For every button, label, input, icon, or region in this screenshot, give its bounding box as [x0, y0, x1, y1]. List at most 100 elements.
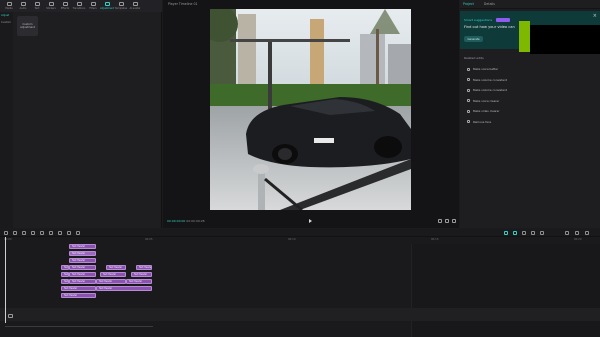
list-item[interactable]: Make voice better — [460, 64, 600, 75]
text-clip[interactable]: Text Header — [69, 279, 96, 284]
toolbar-item-label: AI avatar — [129, 7, 141, 10]
split-icon[interactable] — [31, 231, 35, 235]
lock-icon[interactable] — [8, 314, 13, 318]
ai-avatar-icon — [132, 2, 138, 6]
undo-icon[interactable] — [13, 231, 17, 235]
text-clip[interactable]: Text Header — [131, 272, 152, 277]
text-clip[interactable]: Text Header — [61, 279, 69, 284]
toolbar-item-ai-avatar[interactable]: AI avatar — [129, 1, 141, 12]
player-control-icons — [438, 219, 456, 223]
text-icon — [34, 2, 40, 6]
zoom-in-icon[interactable] — [540, 231, 544, 235]
text-clip[interactable]: Text Header — [61, 293, 96, 298]
generate-button[interactable]: Generate — [464, 36, 483, 42]
toolbar-item-transitions[interactable]: Transitions — [73, 1, 85, 12]
settings-icon[interactable] — [585, 231, 589, 235]
related-edits-list: Make voice better Make volume consistent… — [460, 64, 600, 127]
text-clip[interactable]: Text Header — [61, 272, 69, 277]
text-clip[interactable]: Text Header — [100, 272, 126, 277]
list-item[interactable]: Remove face — [460, 117, 600, 128]
toolbar-item-effects[interactable]: Effects — [59, 1, 71, 12]
playhead[interactable] — [5, 237, 6, 323]
close-icon[interactable]: × — [593, 14, 597, 19]
ratio-icon[interactable] — [438, 219, 442, 223]
delete-icon[interactable] — [40, 231, 44, 235]
wand-icon — [467, 109, 470, 113]
text-clip[interactable]: Text Header — [61, 265, 69, 270]
green-overlay-block — [519, 21, 530, 52]
select-tool-icon[interactable] — [4, 231, 8, 235]
toolbar-item-templates[interactable]: Templates — [115, 1, 127, 12]
toolbar-item-text[interactable]: Text — [31, 1, 43, 12]
list-item-label: Make video clearer — [473, 109, 500, 114]
list-item[interactable]: Make volume consistent — [460, 75, 600, 86]
ruler-tick: 00:05 — [145, 238, 153, 241]
new-badge — [496, 18, 510, 22]
toolbar-item-label: Text — [34, 7, 40, 10]
side-item-custom[interactable]: Custom — [0, 19, 13, 26]
preview-axis-icon[interactable] — [522, 231, 526, 235]
tab-details[interactable]: Details — [484, 2, 495, 6]
play-button[interactable] — [309, 219, 312, 223]
toolbar-item-label: Stickers — [46, 7, 56, 10]
track-divider — [5, 326, 153, 327]
text-clip[interactable]: Text Header — [69, 265, 96, 270]
time-ruler[interactable]: 00:00 00:05 00:10 00:15 00:20 — [0, 237, 600, 244]
list-item[interactable]: Make video clearer — [460, 106, 600, 117]
list-item[interactable]: Make voice clearer — [460, 96, 600, 107]
generate-button-label: Generate — [467, 37, 480, 41]
text-clip[interactable]: Text Header — [69, 272, 96, 277]
text-clip[interactable]: Text Header — [126, 279, 152, 284]
transitions-icon — [76, 2, 82, 6]
ruler-tick: 00:15 — [431, 238, 439, 241]
text-clip[interactable]: Text Header — [69, 258, 96, 263]
video-frame-image — [210, 9, 411, 210]
tab-project[interactable]: Project — [463, 2, 474, 6]
toolbar-item-label: Filters — [89, 7, 97, 10]
filters-icon — [90, 2, 96, 6]
related-edits-title: Related edits — [464, 56, 484, 60]
snap-icon[interactable] — [504, 231, 508, 235]
toolbar-item-label: Media — [5, 7, 13, 10]
toolbar-item-label: Adjustment — [100, 7, 114, 10]
crop-clip-icon[interactable] — [49, 231, 53, 235]
text-clip[interactable]: Text Header — [61, 286, 96, 291]
text-clip[interactable]: Text Header — [136, 265, 152, 270]
volume-icon[interactable] — [575, 231, 579, 235]
text-clip[interactable]: Text Header — [69, 251, 96, 256]
toolbar-item-adjustment[interactable]: Adjustment — [100, 1, 114, 12]
toolbar-item-media[interactable]: Media — [3, 1, 15, 12]
timecode: 00:00:00:00 00:00:09:28 — [167, 219, 205, 223]
custom-adjustment-tile[interactable]: Custom adjustment — [17, 16, 38, 36]
link-icon[interactable] — [513, 231, 517, 235]
list-item[interactable]: Make volume consistent — [460, 85, 600, 96]
side-item-adjust[interactable]: Adjust — [0, 12, 13, 19]
black-overlay-block — [530, 25, 600, 54]
text-clip[interactable]: Text Header — [96, 286, 152, 291]
video-preview[interactable] — [210, 9, 411, 210]
redo-icon[interactable] — [22, 231, 26, 235]
zoom-out-icon[interactable] — [531, 231, 535, 235]
toolbar-item-filters[interactable]: Filters — [87, 1, 99, 12]
player-panel: Player Timeline 01 00:00:00:00 00:00:09:… — [163, 0, 459, 228]
list-item-label: Make volume consistent — [473, 77, 507, 82]
fullscreen-icon[interactable] — [452, 219, 456, 223]
toolbar-item-label: Transitions — [72, 7, 86, 10]
toolbar-item-stickers[interactable]: Stickers — [45, 1, 57, 12]
fit-icon[interactable] — [565, 231, 569, 235]
related-edits-section: Related edits Make voice better Make vol… — [460, 56, 600, 127]
text-clip[interactable]: Text Header — [69, 244, 96, 249]
text-clip[interactable]: Text Header — [106, 265, 126, 270]
toolbar-item-audio[interactable]: Audio — [17, 1, 29, 12]
video-editor-app: Media Audio Text Stickers Effects Transitions… — [0, 0, 600, 337]
main-video-track[interactable] — [0, 308, 600, 321]
left-side-nav: Adjust Custom — [0, 12, 13, 228]
mirror-icon[interactable] — [67, 231, 71, 235]
timecode-current: 00:00:00:00 — [167, 219, 186, 223]
freeze-icon[interactable] — [58, 231, 62, 235]
rotate-icon[interactable] — [76, 231, 80, 235]
media-icon — [6, 2, 12, 6]
crop-icon[interactable] — [445, 219, 449, 223]
text-clip[interactable]: Text Header — [96, 279, 126, 284]
right-panel-tabs: Project Details — [460, 0, 600, 9]
